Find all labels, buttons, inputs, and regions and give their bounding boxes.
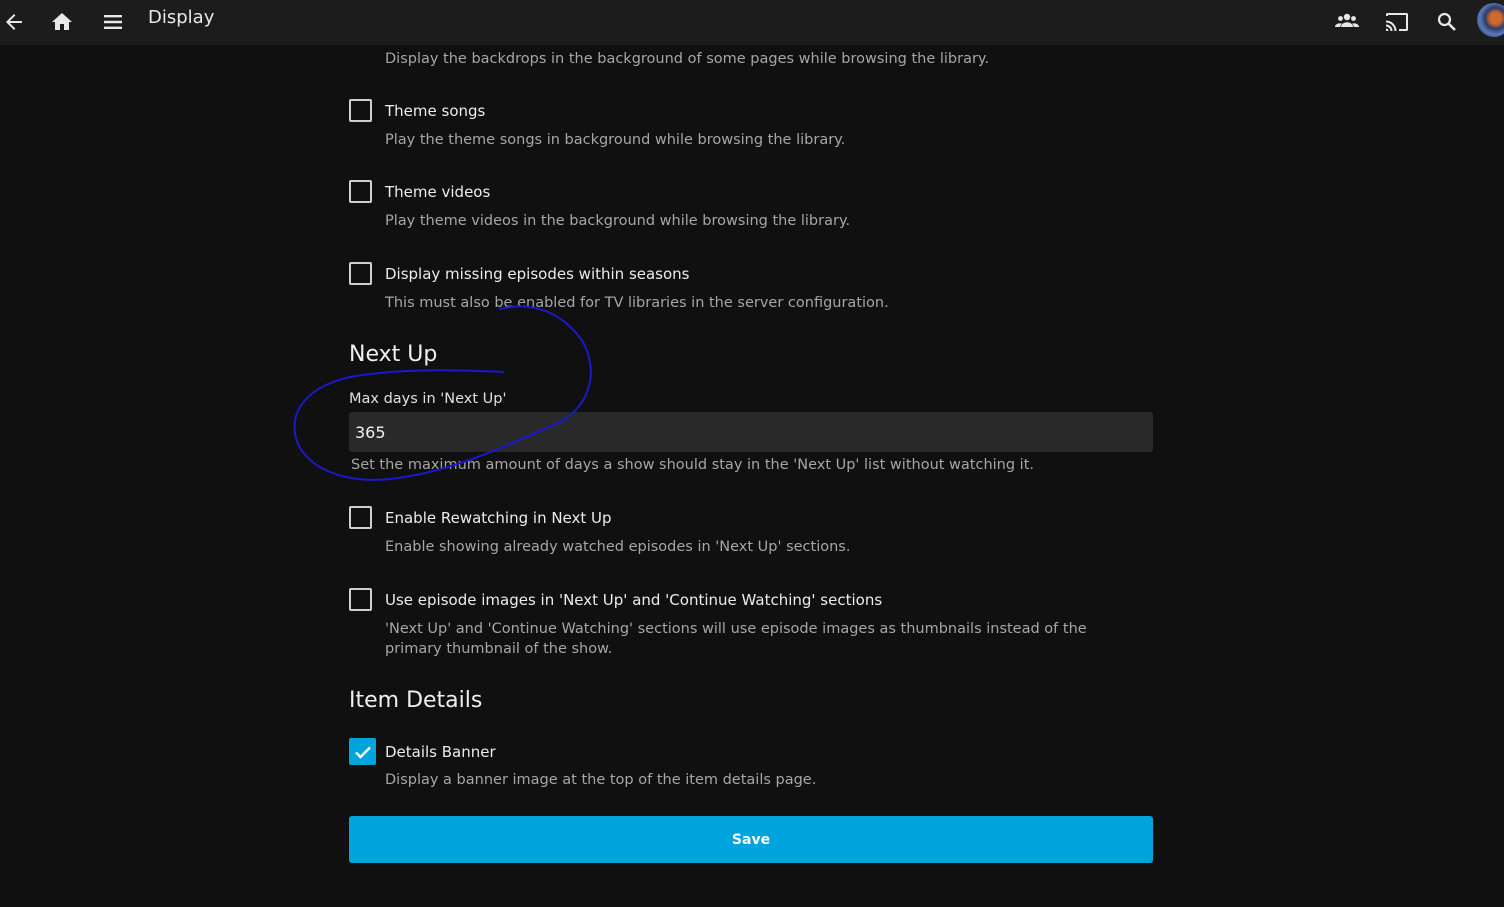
back-arrow-icon[interactable] xyxy=(0,5,34,39)
cast-icon[interactable] xyxy=(1380,5,1414,39)
next-up-heading: Next Up xyxy=(349,342,438,367)
option-label: Display missing episodes within seasons xyxy=(385,265,690,283)
display-settings-page: Display the backdrops in the background … xyxy=(0,45,1504,907)
search-icon[interactable] xyxy=(1430,5,1464,39)
theme-songs-checkbox[interactable] xyxy=(349,99,372,122)
max-days-label: Max days in 'Next Up' xyxy=(349,391,507,407)
max-days-description: Set the maximum amount of days a show sh… xyxy=(351,457,1035,473)
option-description: Play theme videos in the background whil… xyxy=(385,213,851,229)
app-header: Display xyxy=(0,0,1504,45)
missing-episodes-checkbox[interactable] xyxy=(349,262,372,285)
option-description: 'Next Up' and 'Continue Watching' sectio… xyxy=(385,621,1087,657)
page-title: Display xyxy=(148,7,215,28)
enable-rewatching-checkbox[interactable] xyxy=(349,506,372,529)
details-banner-checkbox[interactable] xyxy=(349,738,376,765)
option-label: Details Banner xyxy=(385,743,496,761)
option-label: Theme videos xyxy=(385,183,491,201)
option-label: Use episode images in 'Next Up' and 'Con… xyxy=(385,591,883,609)
episode-images-checkbox[interactable] xyxy=(349,588,372,611)
home-icon[interactable] xyxy=(46,5,80,39)
checkmark-icon xyxy=(355,746,371,759)
backdrops-description: Display the backdrops in the background … xyxy=(385,51,990,67)
option-description: This must also be enabled for TV librari… xyxy=(385,295,889,311)
option-label: Enable Rewatching in Next Up xyxy=(385,509,612,527)
save-button[interactable]: Save xyxy=(349,816,1153,863)
option-description: Play the theme songs in background while… xyxy=(385,132,846,148)
item-details-heading: Item Details xyxy=(349,688,483,713)
users-icon[interactable] xyxy=(1330,5,1364,39)
option-description: Display a banner image at the top of the… xyxy=(385,772,817,788)
option-description: Enable showing already watched episodes … xyxy=(385,539,851,555)
menu-icon[interactable] xyxy=(96,5,130,39)
theme-videos-checkbox[interactable] xyxy=(349,180,372,203)
option-label: Theme songs xyxy=(385,102,486,120)
avatar[interactable] xyxy=(1477,3,1504,37)
max-days-input[interactable] xyxy=(349,412,1153,452)
